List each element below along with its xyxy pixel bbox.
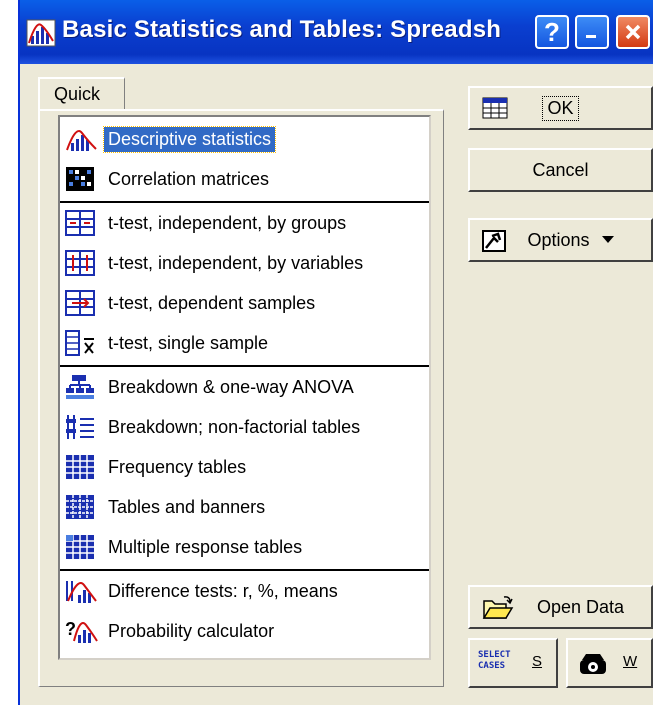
analysis-list[interactable]: Descriptive statistics Correlation matri… — [58, 115, 431, 660]
minimize-button[interactable] — [575, 15, 609, 49]
list-divider — [60, 569, 429, 571]
select-cases-icon: SELECT CASES — [478, 650, 511, 671]
descriptive-stats-icon — [66, 130, 97, 151]
title-bar[interactable]: Basic Statistics and Tables: Spreadsh ? — [20, 0, 653, 64]
options-icon — [482, 230, 506, 252]
list-item-tables-banners[interactable]: Tables and banners — [64, 489, 269, 525]
list-item-breakdown-nonfactorial[interactable]: Breakdown; non-factorial tables — [64, 409, 364, 445]
list-item-label: Breakdown; non-factorial tables — [108, 416, 361, 437]
open-data-label: Open Data — [536, 596, 625, 617]
dropdown-arrow-icon — [601, 236, 614, 243]
help-button[interactable]: ? — [535, 15, 569, 49]
spreadsheet-icon — [482, 97, 508, 119]
frequency-table-icon — [66, 455, 94, 479]
list-item-ttest-dependent[interactable]: t-test, dependent samples — [64, 285, 319, 321]
list-item-label: Multiple response tables — [108, 536, 303, 557]
folder-open-icon — [482, 596, 514, 619]
dialog-window: Basic Statistics and Tables: Spreadsh ? … — [18, 0, 653, 705]
weight-icon — [580, 654, 606, 674]
list-item-breakdown-anova[interactable]: Breakdown & one-way ANOVA — [64, 369, 358, 405]
correlation-matrix-icon — [66, 167, 94, 191]
ttest-single-icon — [65, 330, 94, 356]
list-item-frequency-tables[interactable]: Frequency tables — [64, 449, 250, 485]
list-item-correlation-matrices[interactable]: Correlation matrices — [64, 161, 273, 197]
list-item-probability-calculator[interactable]: ? Probability calculator — [64, 613, 278, 649]
list-item-label: t-test, dependent samples — [108, 292, 316, 313]
tables-banners-icon — [66, 495, 94, 519]
list-item-label: Descriptive statistics — [102, 125, 277, 153]
ok-label: OK — [542, 95, 579, 121]
list-item-label: t-test, single sample — [108, 332, 269, 353]
ttest-groups-icon — [65, 210, 95, 236]
list-item-label: Frequency tables — [108, 456, 247, 477]
window-title: Basic Statistics and Tables: Spreadsh — [62, 16, 502, 43]
ok-button[interactable]: OK — [468, 86, 653, 130]
list-item-ttest-groups[interactable]: t-test, independent, by groups — [64, 205, 350, 241]
probability-calculator-icon: ? — [65, 619, 98, 643]
options-label: Options — [527, 229, 590, 250]
select-cases-button[interactable]: SELECT CASES S — [468, 638, 558, 688]
breakdown-nonfactorial-icon — [66, 415, 94, 439]
list-item-label: Correlation matrices — [108, 168, 270, 189]
cancel-label: Cancel — [532, 159, 589, 180]
cancel-button[interactable]: Cancel — [468, 148, 653, 192]
statistics-app-icon — [26, 19, 56, 47]
close-icon — [625, 24, 641, 40]
minimize-icon — [586, 35, 596, 38]
list-item-multiple-response[interactable]: Multiple response tables — [64, 529, 306, 565]
multiple-response-icon — [66, 535, 94, 559]
list-item-label: Probability calculator — [108, 620, 275, 641]
list-item-descriptive-statistics[interactable]: Descriptive statistics — [64, 121, 277, 157]
list-item-label: Difference tests: r, %, means — [108, 580, 338, 601]
difference-tests-icon — [66, 581, 97, 603]
list-item-label: Breakdown & one-way ANOVA — [108, 376, 354, 397]
select-cases-shortcut: S — [532, 653, 543, 670]
weight-button[interactable]: W — [566, 638, 653, 688]
list-divider — [60, 201, 429, 203]
list-item-label: t-test, independent, by groups — [108, 212, 347, 233]
list-item-ttest-single[interactable]: t-test, single sample — [64, 325, 272, 361]
list-divider — [60, 365, 429, 367]
breakdown-anova-icon — [66, 375, 94, 399]
list-item-label: Tables and banners — [108, 496, 266, 517]
tab-quick[interactable]: Quick — [38, 77, 125, 110]
list-item-ttest-variables[interactable]: t-test, independent, by variables — [64, 245, 367, 281]
open-data-button[interactable]: Open Data — [468, 585, 653, 629]
options-button[interactable]: Options — [468, 218, 653, 262]
weight-shortcut: W — [623, 653, 638, 670]
ttest-dependent-icon — [65, 290, 95, 316]
ttest-variables-icon — [65, 250, 95, 276]
list-item-label: t-test, independent, by variables — [108, 252, 364, 273]
list-item-difference-tests[interactable]: Difference tests: r, %, means — [64, 573, 342, 609]
close-button[interactable] — [616, 15, 650, 49]
